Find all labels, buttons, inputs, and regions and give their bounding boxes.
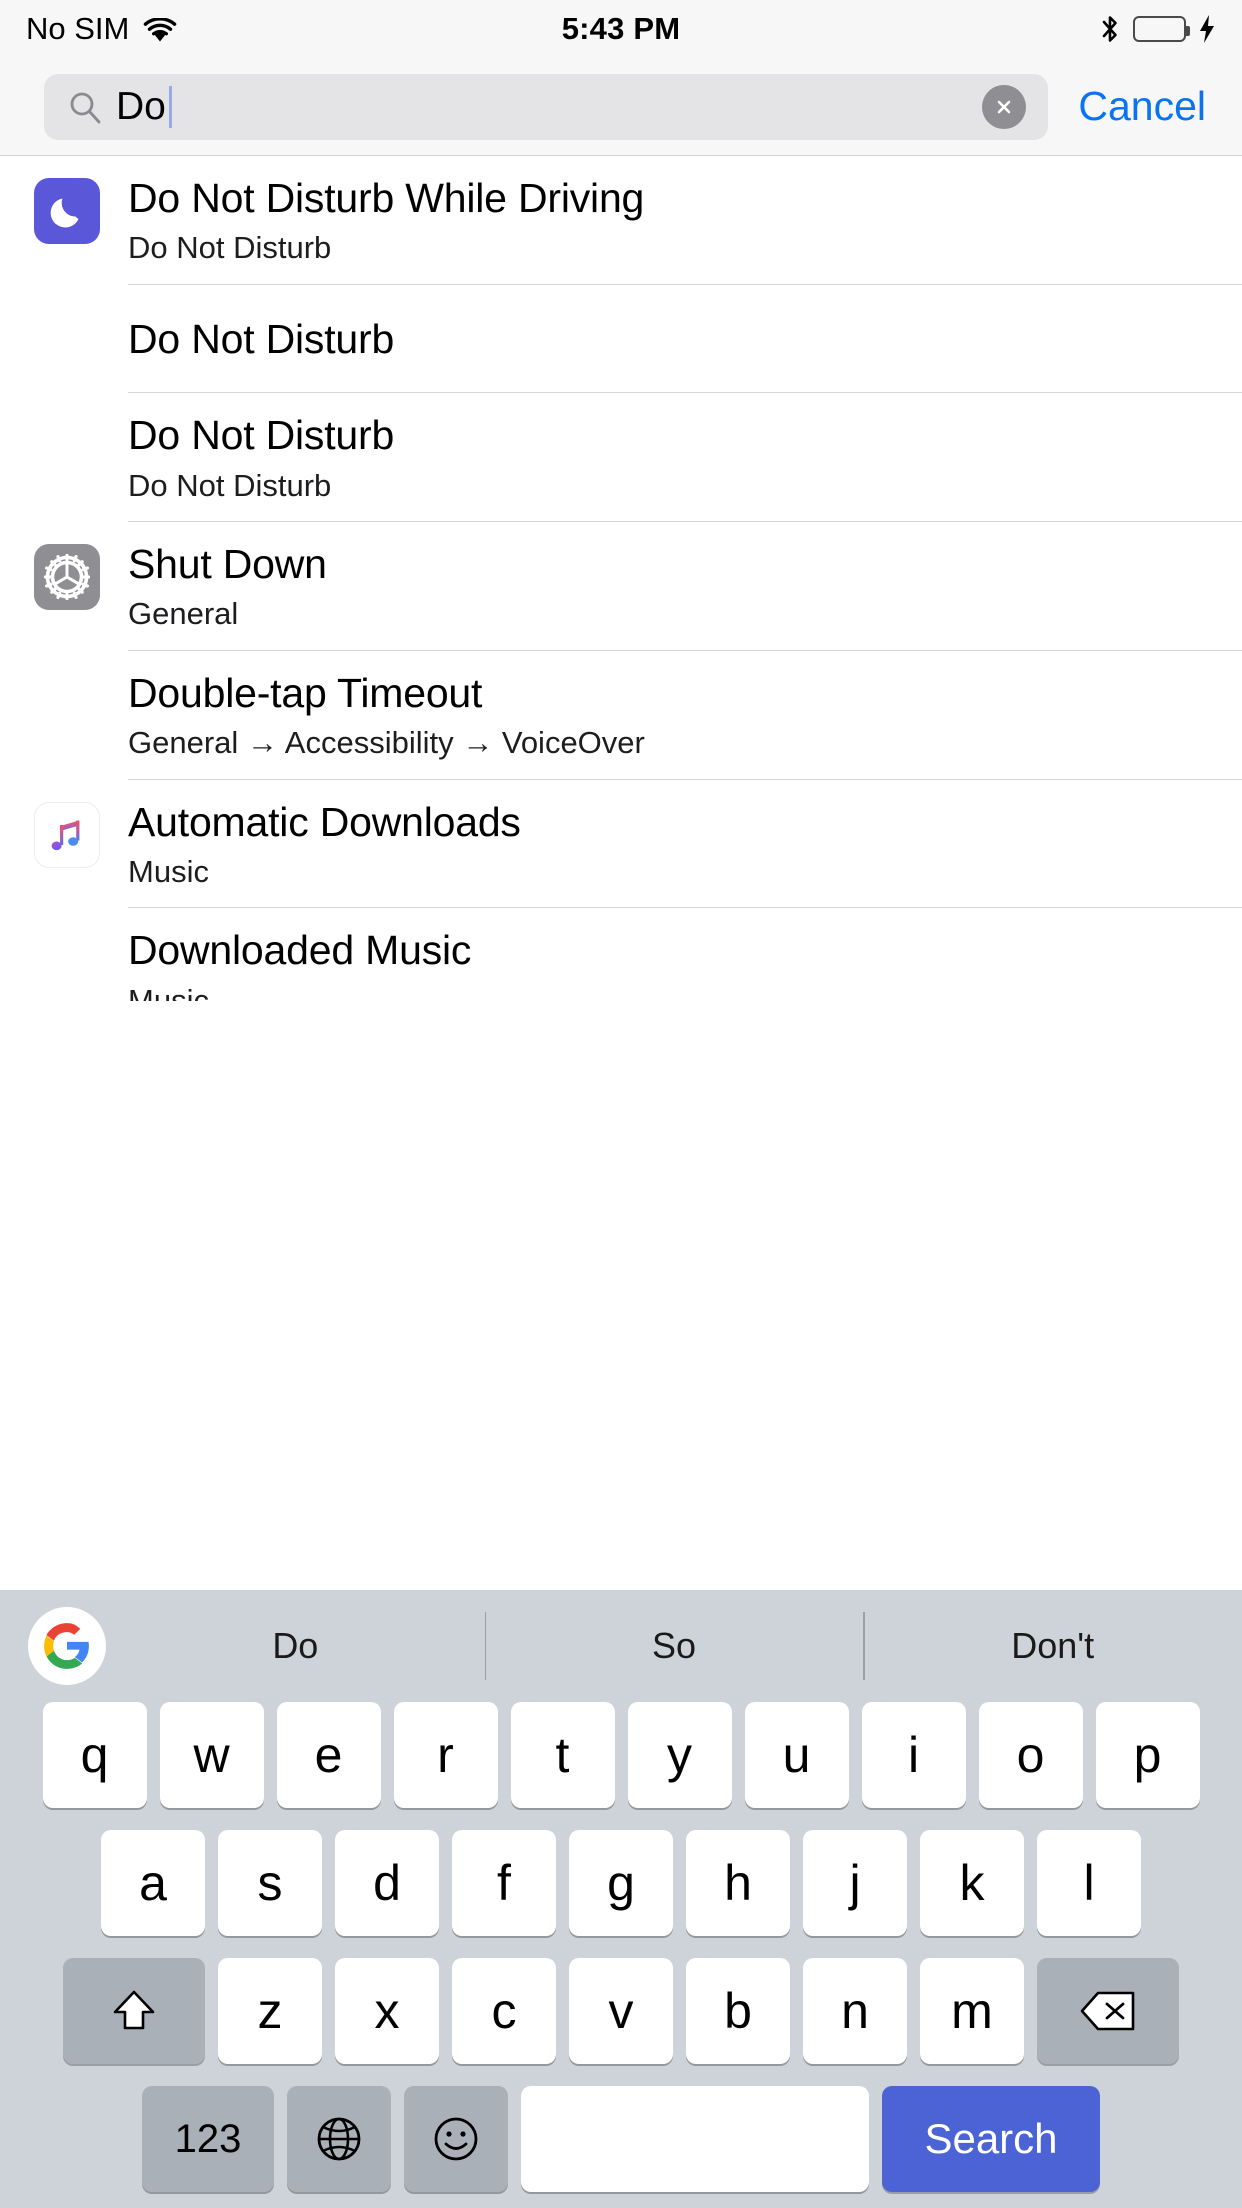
list-item[interactable]: Do Not Disturb While Driving Do Not Dist… bbox=[0, 156, 1242, 285]
bluetooth-icon bbox=[1099, 14, 1121, 44]
charging-bolt-icon bbox=[1198, 14, 1216, 44]
key-u[interactable]: u bbox=[744, 1702, 849, 1808]
globe-icon[interactable] bbox=[287, 2086, 391, 2192]
key-f[interactable]: f bbox=[452, 1830, 556, 1936]
key-q[interactable]: q bbox=[42, 1702, 147, 1808]
key-s[interactable]: s bbox=[218, 1830, 322, 1936]
keyboard-row-3: z x c v b n m bbox=[0, 1958, 1242, 2064]
list-item-body: Shut Down General bbox=[128, 522, 1242, 651]
list-item-body: Do Not Disturb While Driving Do Not Dist… bbox=[128, 156, 1242, 285]
list-item[interactable]: Do Not Disturb Do Not Disturb bbox=[0, 393, 1242, 522]
emoji-icon[interactable] bbox=[404, 2086, 508, 2192]
key-c[interactable]: c bbox=[452, 1958, 556, 2064]
row-icon-placeholder bbox=[34, 673, 100, 739]
key-x[interactable]: x bbox=[335, 1958, 439, 2064]
key-l[interactable]: l bbox=[1037, 1830, 1141, 1936]
key-r[interactable]: r bbox=[393, 1702, 498, 1808]
result-subtitle: Music bbox=[128, 982, 209, 1001]
suggestion-bar: Do So Don't bbox=[0, 1590, 1242, 1702]
list-item[interactable]: Shut Down General bbox=[0, 522, 1242, 651]
suggestion-item[interactable]: So bbox=[484, 1590, 864, 1702]
key-z[interactable]: z bbox=[218, 1958, 322, 2064]
search-icon bbox=[68, 90, 102, 124]
result-title: Automatic Downloads bbox=[128, 798, 521, 845]
key-j[interactable]: j bbox=[803, 1830, 907, 1936]
key-a[interactable]: a bbox=[101, 1830, 205, 1936]
list-item-body: Double-tap Timeout General → Accessibili… bbox=[128, 651, 1242, 780]
status-bar-clock: 5:43 PM bbox=[561, 11, 681, 46]
shift-icon[interactable] bbox=[63, 1958, 205, 2064]
result-subtitle: General bbox=[128, 596, 239, 632]
key-y[interactable]: y bbox=[627, 1702, 732, 1808]
status-bar-right bbox=[1099, 14, 1216, 44]
status-bar: No SIM 5:43 PM bbox=[0, 0, 1242, 58]
key-e[interactable]: e bbox=[276, 1702, 381, 1808]
result-title: Do Not Disturb bbox=[128, 412, 395, 459]
list-item-body: Do Not Disturb bbox=[128, 285, 1242, 394]
moon-icon bbox=[34, 178, 100, 244]
key-space[interactable] bbox=[521, 2086, 869, 2192]
search-input[interactable]: Do bbox=[44, 73, 1049, 140]
list-item[interactable]: Double-tap Timeout General → Accessibili… bbox=[0, 651, 1242, 780]
key-b[interactable]: b bbox=[686, 1958, 790, 2064]
result-title: Shut Down bbox=[128, 541, 327, 587]
result-subtitle: Do Not Disturb bbox=[128, 467, 332, 503]
search-results-list[interactable]: Do Not Disturb While Driving Do Not Dist… bbox=[0, 156, 1242, 1001]
key-w[interactable]: w bbox=[159, 1702, 264, 1808]
keyboard-row-1: q w e r t y u i o p bbox=[0, 1702, 1242, 1808]
list-item-body: Do Not Disturb Do Not Disturb bbox=[128, 393, 1242, 522]
result-title: Do Not Disturb bbox=[128, 315, 395, 362]
list-item[interactable]: Do Not Disturb bbox=[0, 285, 1242, 394]
result-title: Double-tap Timeout bbox=[128, 669, 483, 716]
key-numbers[interactable]: 123 bbox=[142, 2086, 274, 2192]
key-t[interactable]: t bbox=[510, 1702, 615, 1808]
key-o[interactable]: o bbox=[978, 1702, 1083, 1808]
suggestion-item[interactable]: Don't bbox=[863, 1590, 1242, 1702]
gear-icon bbox=[34, 544, 100, 610]
carrier-label: No SIM bbox=[26, 11, 130, 46]
key-p[interactable]: p bbox=[1095, 1702, 1200, 1808]
keyboard: Do So Don't q w e r t y u i o p a s d f … bbox=[0, 1590, 1242, 2208]
key-g[interactable]: g bbox=[569, 1830, 673, 1936]
key-v[interactable]: v bbox=[569, 1958, 673, 2064]
key-h[interactable]: h bbox=[686, 1830, 790, 1936]
clear-icon[interactable] bbox=[982, 84, 1027, 129]
list-item-body: Automatic Downloads Music bbox=[128, 780, 1242, 909]
result-subtitle: General → Accessibility → VoiceOver bbox=[128, 725, 645, 761]
music-note-icon bbox=[34, 801, 100, 868]
key-n[interactable]: n bbox=[803, 1958, 907, 2064]
keyboard-row-2: a s d f g h j k l bbox=[0, 1830, 1242, 1936]
row-icon-placeholder bbox=[34, 415, 100, 481]
result-subtitle: Do Not Disturb bbox=[128, 230, 332, 266]
key-i[interactable]: i bbox=[861, 1702, 966, 1808]
keyboard-row-4: 123 Search bbox=[0, 2086, 1242, 2192]
search-value: Do bbox=[116, 85, 172, 128]
backspace-icon[interactable] bbox=[1037, 1958, 1179, 2064]
search-key[interactable]: Search bbox=[882, 2086, 1100, 2192]
text-caret bbox=[168, 85, 172, 128]
battery-icon bbox=[1133, 16, 1190, 42]
result-title: Downloaded Music bbox=[128, 927, 472, 974]
suggestions: Do So Don't bbox=[106, 1590, 1242, 1702]
row-icon-placeholder bbox=[34, 930, 100, 996]
key-k[interactable]: k bbox=[920, 1830, 1024, 1936]
key-m[interactable]: m bbox=[920, 1958, 1024, 2064]
search-bar: Do Cancel bbox=[0, 58, 1242, 156]
phone-screen: No SIM 5:43 PM Do Cancel Do Not Disturb … bbox=[0, 0, 1242, 2208]
list-item[interactable]: Downloaded Music Music bbox=[0, 908, 1242, 1001]
status-bar-left: No SIM bbox=[26, 11, 177, 47]
row-icon-placeholder bbox=[34, 307, 100, 373]
cancel-button[interactable]: Cancel bbox=[1048, 83, 1224, 130]
suggestion-item[interactable]: Do bbox=[106, 1590, 485, 1702]
result-subtitle: Music bbox=[128, 854, 209, 889]
key-d[interactable]: d bbox=[335, 1830, 439, 1936]
search-text: Do bbox=[116, 85, 166, 128]
wifi-icon bbox=[143, 16, 177, 42]
google-g-icon[interactable] bbox=[28, 1607, 106, 1685]
list-item[interactable]: Automatic Downloads Music bbox=[0, 780, 1242, 909]
result-title: Do Not Disturb While Driving bbox=[128, 175, 645, 221]
list-item-body: Downloaded Music Music bbox=[128, 908, 1242, 1001]
